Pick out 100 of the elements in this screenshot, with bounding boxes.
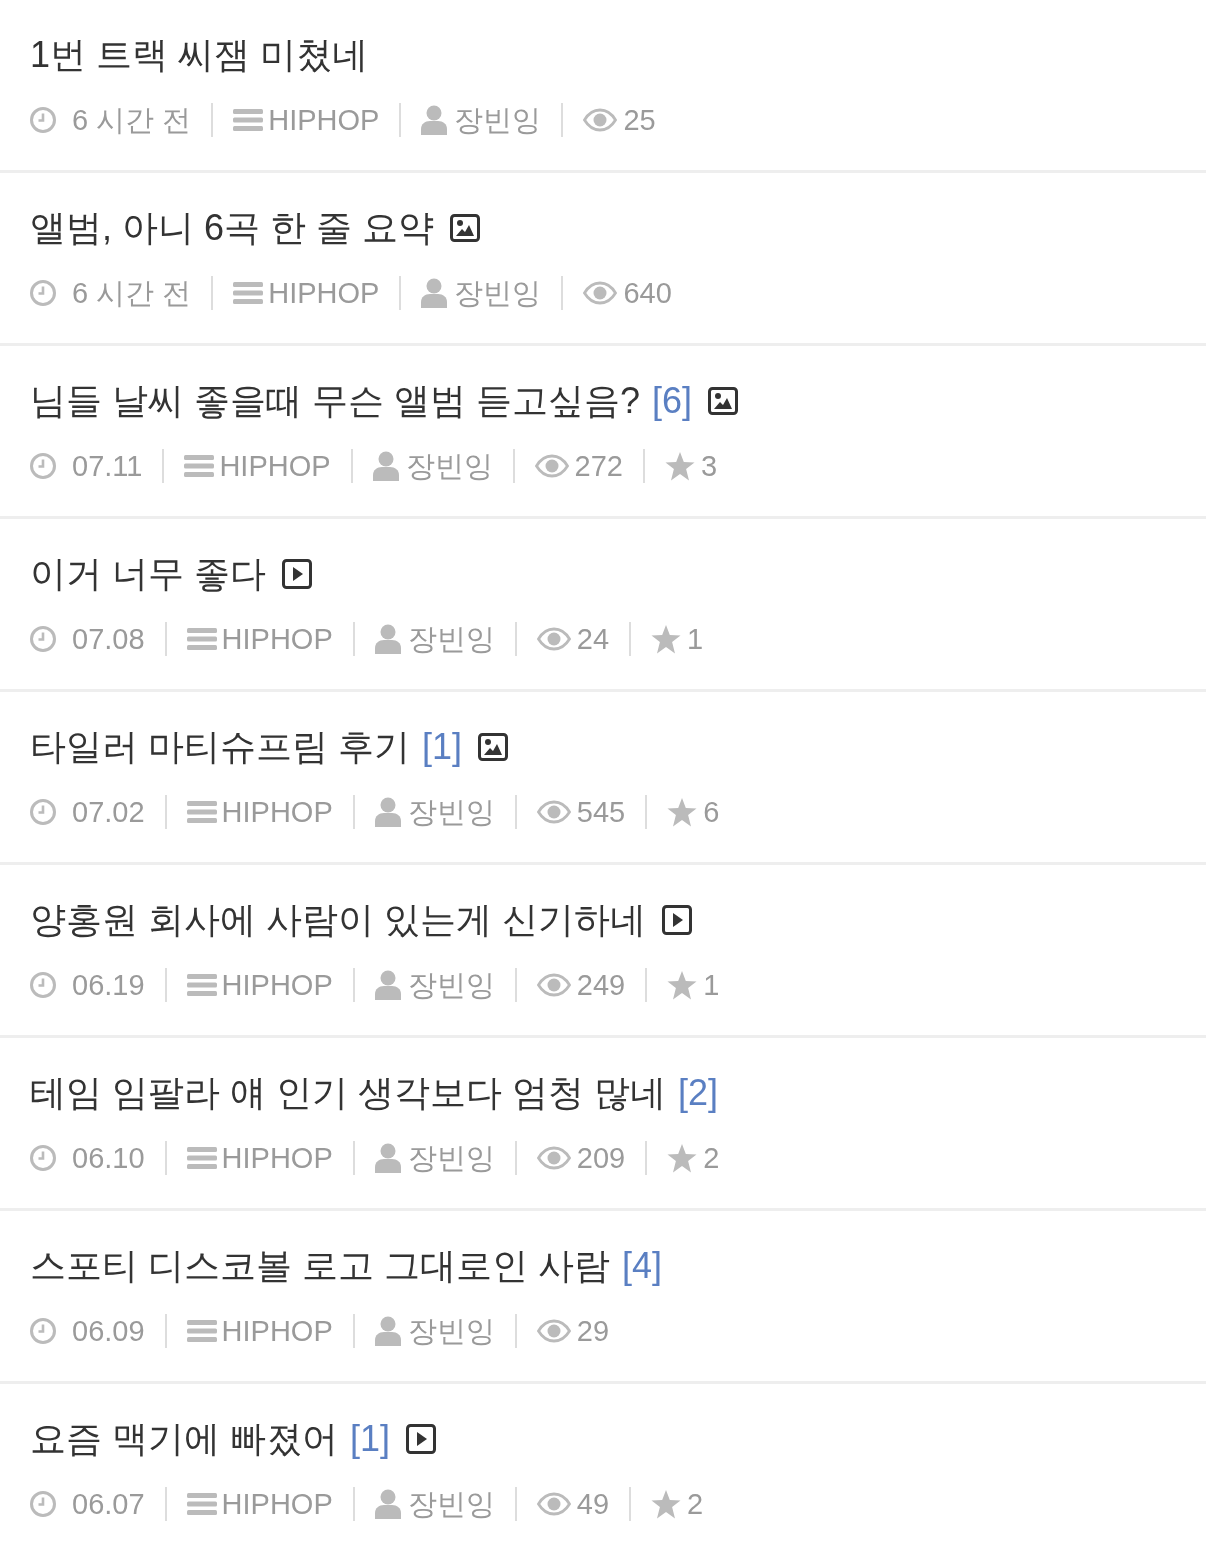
like-count: 2	[687, 1487, 704, 1522]
clock-icon	[30, 453, 56, 479]
star-icon	[667, 797, 698, 827]
star-icon	[651, 1489, 682, 1519]
clock-icon	[30, 626, 56, 652]
eye-icon	[536, 627, 571, 651]
post-time: 6 시간 전	[72, 276, 192, 311]
comment-count: [1]	[350, 1417, 391, 1461]
post-category: HIPHOP	[221, 968, 333, 1003]
comment-count: [6]	[652, 379, 693, 423]
eye-icon	[534, 454, 569, 478]
view-count: 24	[576, 622, 610, 657]
image-icon	[708, 387, 739, 415]
post-category: HIPHOP	[221, 622, 333, 657]
menu-icon	[186, 801, 217, 823]
menu-icon	[186, 974, 217, 996]
comment-count: [1]	[422, 725, 463, 769]
eye-icon	[583, 108, 618, 132]
image-icon	[450, 214, 481, 242]
post-category: HIPHOP	[221, 1487, 333, 1522]
user-icon	[374, 1316, 401, 1346]
post-title[interactable]: 1번 트랙 씨잼 미쳤네	[30, 30, 369, 80]
user-icon	[374, 1489, 401, 1519]
menu-icon	[186, 1493, 217, 1515]
comment-count: [4]	[622, 1244, 663, 1288]
post-category: HIPHOP	[221, 795, 333, 830]
clock-icon	[30, 280, 56, 306]
view-count: 640	[623, 276, 672, 311]
post-category: HIPHOP	[219, 449, 331, 484]
like-count: 2	[703, 1141, 720, 1176]
post-title[interactable]: 스포티 디스코볼 로고 그대로인 사람	[30, 1241, 610, 1291]
eye-icon	[536, 1146, 571, 1170]
eye-icon	[583, 281, 618, 305]
view-count: 249	[576, 968, 626, 1003]
menu-icon	[186, 628, 217, 650]
play-icon	[282, 559, 312, 589]
play-icon	[662, 905, 692, 935]
menu-icon	[233, 282, 264, 304]
view-count: 29	[576, 1314, 610, 1349]
clock-icon	[30, 1491, 56, 1517]
post-title[interactable]: 앨범, 아니 6곡 한 줄 요약	[30, 203, 435, 253]
post-title[interactable]: 이거 너무 좋다	[30, 549, 266, 599]
post-author: 장빈잉	[454, 103, 542, 138]
view-count: 545	[576, 795, 626, 830]
post-title[interactable]: 님들 날씨 좋을때 무슨 앨범 듣고싶음?	[30, 376, 641, 426]
post-time: 07.11	[72, 449, 143, 484]
user-icon	[374, 1143, 401, 1173]
post-author: 장빈잉	[407, 968, 495, 1003]
view-count: 209	[576, 1141, 626, 1176]
post-time: 06.10	[72, 1141, 145, 1176]
menu-icon	[184, 455, 215, 477]
user-icon	[374, 970, 401, 1000]
post-time: 07.08	[72, 622, 145, 657]
star-icon	[665, 451, 695, 481]
post-title[interactable]: 요즘 맥기에 빠졌어	[30, 1414, 338, 1464]
eye-icon	[536, 800, 571, 824]
post-author: 장빈잉	[407, 1314, 495, 1349]
post-time: 07.02	[72, 795, 145, 830]
post-author: 장빈잉	[407, 1487, 495, 1522]
post-category: HIPHOP	[268, 276, 380, 311]
eye-icon	[536, 1319, 571, 1343]
post-author: 장빈잉	[407, 622, 495, 657]
post-category: HIPHOP	[221, 1141, 333, 1176]
post-time: 06.19	[72, 968, 145, 1003]
star-icon	[667, 1143, 698, 1173]
post-author: 장빈잉	[405, 449, 493, 484]
menu-icon	[186, 1147, 217, 1169]
post-title[interactable]: 타일러 마티슈프림 후기	[30, 722, 410, 772]
user-icon	[374, 797, 401, 827]
view-count: 272	[574, 449, 623, 484]
user-icon	[372, 451, 399, 481]
post-category: HIPHOP	[268, 103, 380, 138]
post-time: 06.07	[72, 1487, 145, 1522]
post-time: 06.09	[72, 1314, 145, 1349]
like-count: 6	[703, 795, 720, 830]
user-icon	[374, 624, 401, 654]
eye-icon	[536, 973, 571, 997]
image-icon	[478, 733, 509, 761]
view-count: 25	[623, 103, 656, 138]
post-title[interactable]: 테임 임팔라 얘 인기 생각보다 엄청 많네	[30, 1068, 666, 1118]
post-author: 장빈잉	[407, 795, 495, 830]
user-icon	[421, 278, 448, 308]
clock-icon	[30, 972, 56, 998]
like-count: 1	[703, 968, 720, 1003]
clock-icon	[30, 1145, 56, 1171]
star-icon	[651, 624, 682, 654]
play-icon	[406, 1424, 437, 1454]
post-author: 장빈잉	[454, 276, 542, 311]
user-icon	[421, 105, 448, 135]
clock-icon	[30, 1318, 56, 1344]
star-icon	[667, 970, 698, 1000]
clock-icon	[30, 107, 56, 133]
post-time: 6 시간 전	[72, 103, 192, 138]
comment-count: [2]	[678, 1071, 719, 1115]
post-title[interactable]: 양홍원 회사에 사람이 있는게 신기하네	[30, 895, 646, 945]
post-author: 장빈잉	[407, 1141, 495, 1176]
view-count: 49	[576, 1487, 610, 1522]
like-count: 3	[701, 449, 718, 484]
eye-icon	[536, 1492, 571, 1516]
post-category: HIPHOP	[221, 1314, 333, 1349]
